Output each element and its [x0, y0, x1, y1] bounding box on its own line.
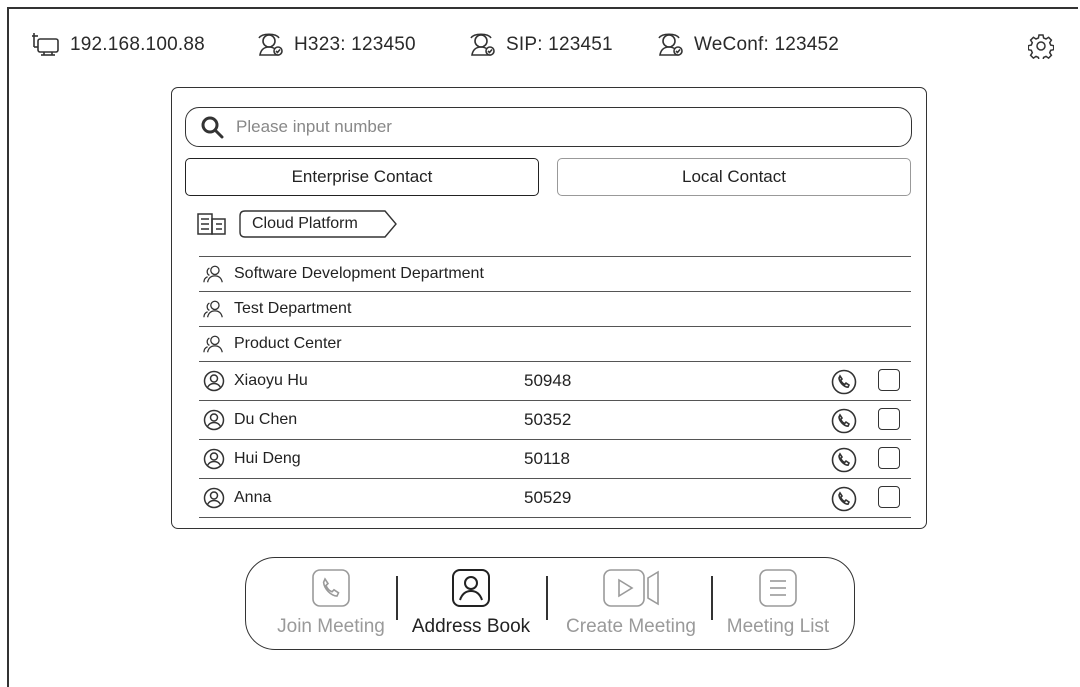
group-name: Test Department: [234, 300, 352, 317]
tab-enterprise-label: Enterprise Contact: [291, 167, 433, 186]
nav-meeting-list[interactable]: Meeting List: [715, 558, 841, 651]
call-button[interactable]: [831, 369, 857, 400]
sip-text: SIP: 123451: [506, 34, 613, 55]
account-icon: [258, 33, 283, 56]
search-box[interactable]: [185, 107, 912, 147]
nav-address-label: Address Book: [411, 616, 531, 637]
address-book-panel: Enterprise Contact Local Contact Cloud P…: [171, 87, 927, 529]
select-checkbox[interactable]: [878, 408, 900, 430]
group-icon: [203, 264, 225, 284]
contact-name: Hui Deng: [234, 450, 301, 467]
contact-row[interactable]: Hui Deng 50118: [199, 439, 911, 478]
nav-join-meeting[interactable]: Join Meeting: [258, 558, 404, 651]
phone-icon: [831, 369, 857, 395]
sip-status: SIP: 123451: [470, 33, 613, 57]
h323-status: H323: 123450: [258, 33, 416, 57]
network-icon: [32, 33, 59, 56]
breadcrumb-label: Cloud Platform: [252, 215, 358, 232]
list-divider: [199, 517, 911, 518]
list-icon: [759, 569, 797, 607]
weconf-status: WeConf: 123452: [658, 33, 839, 57]
phone-icon: [831, 408, 857, 434]
user-icon: [452, 569, 490, 607]
breadcrumb-item-cloud-platform[interactable]: Cloud Platform: [239, 210, 397, 238]
ip-address-text: 192.168.100.88: [70, 34, 205, 55]
contact-row[interactable]: Du Chen 50352: [199, 400, 911, 439]
call-button[interactable]: [831, 408, 857, 439]
h323-text: H323: 123450: [294, 34, 416, 55]
nav-divider: [546, 576, 548, 620]
settings-button[interactable]: [1027, 33, 1055, 64]
account-icon: [658, 33, 683, 56]
contact-name: Du Chen: [234, 411, 298, 428]
user-icon: [203, 370, 225, 392]
contact-number: 50529: [524, 488, 572, 507]
phone-icon: [312, 569, 350, 607]
nav-address-book[interactable]: Address Book: [400, 558, 542, 651]
nav-create-meeting[interactable]: Create Meeting: [550, 558, 712, 651]
contact-list: Software Development Department Test Dep…: [199, 256, 911, 518]
weconf-text: WeConf: 123452: [694, 34, 840, 55]
search-icon: [201, 116, 224, 139]
contact-name: Anna: [234, 489, 272, 506]
tab-local-contact[interactable]: Local Contact: [557, 158, 911, 196]
tab-enterprise-contact[interactable]: Enterprise Contact: [185, 158, 539, 196]
search-input[interactable]: [234, 116, 838, 138]
nav-divider: [396, 576, 398, 620]
contact-number: 50352: [524, 410, 572, 429]
select-checkbox[interactable]: [878, 369, 900, 391]
nav-join-label: Join Meeting: [277, 616, 385, 637]
ip-address-status: 192.168.100.88: [32, 33, 205, 57]
contact-number: 50948: [524, 371, 572, 390]
group-row[interactable]: Software Development Department: [199, 256, 911, 291]
user-icon: [203, 487, 225, 509]
contact-row[interactable]: Xiaoyu Hu 50948: [199, 361, 911, 400]
call-button[interactable]: [831, 486, 857, 517]
group-name: Product Center: [234, 335, 342, 352]
user-icon: [203, 409, 225, 431]
contact-number: 50118: [524, 449, 571, 468]
contact-row[interactable]: Anna 50529: [199, 478, 911, 517]
nav-divider: [711, 576, 713, 620]
select-checkbox[interactable]: [878, 486, 900, 508]
group-icon: [203, 334, 225, 354]
call-button[interactable]: [831, 447, 857, 478]
breadcrumb: Cloud Platform: [197, 210, 397, 238]
account-icon: [470, 33, 495, 56]
nav-create-label: Create Meeting: [566, 616, 696, 637]
bottom-nav: Join Meeting Address Book Create Meeting…: [245, 557, 855, 650]
group-row[interactable]: Test Department: [199, 291, 911, 326]
building-icon: [197, 213, 226, 235]
group-name: Software Development Department: [234, 265, 484, 282]
tab-local-label: Local Contact: [682, 167, 786, 186]
group-icon: [203, 299, 225, 319]
phone-icon: [831, 447, 857, 473]
select-checkbox[interactable]: [878, 447, 900, 469]
user-icon: [203, 448, 225, 470]
group-row[interactable]: Product Center: [199, 326, 911, 361]
contact-name: Xiaoyu Hu: [234, 372, 308, 389]
video-camera-icon: [603, 569, 659, 607]
phone-icon: [831, 486, 857, 512]
nav-list-label: Meeting List: [726, 616, 830, 637]
gear-icon: [1027, 34, 1055, 62]
